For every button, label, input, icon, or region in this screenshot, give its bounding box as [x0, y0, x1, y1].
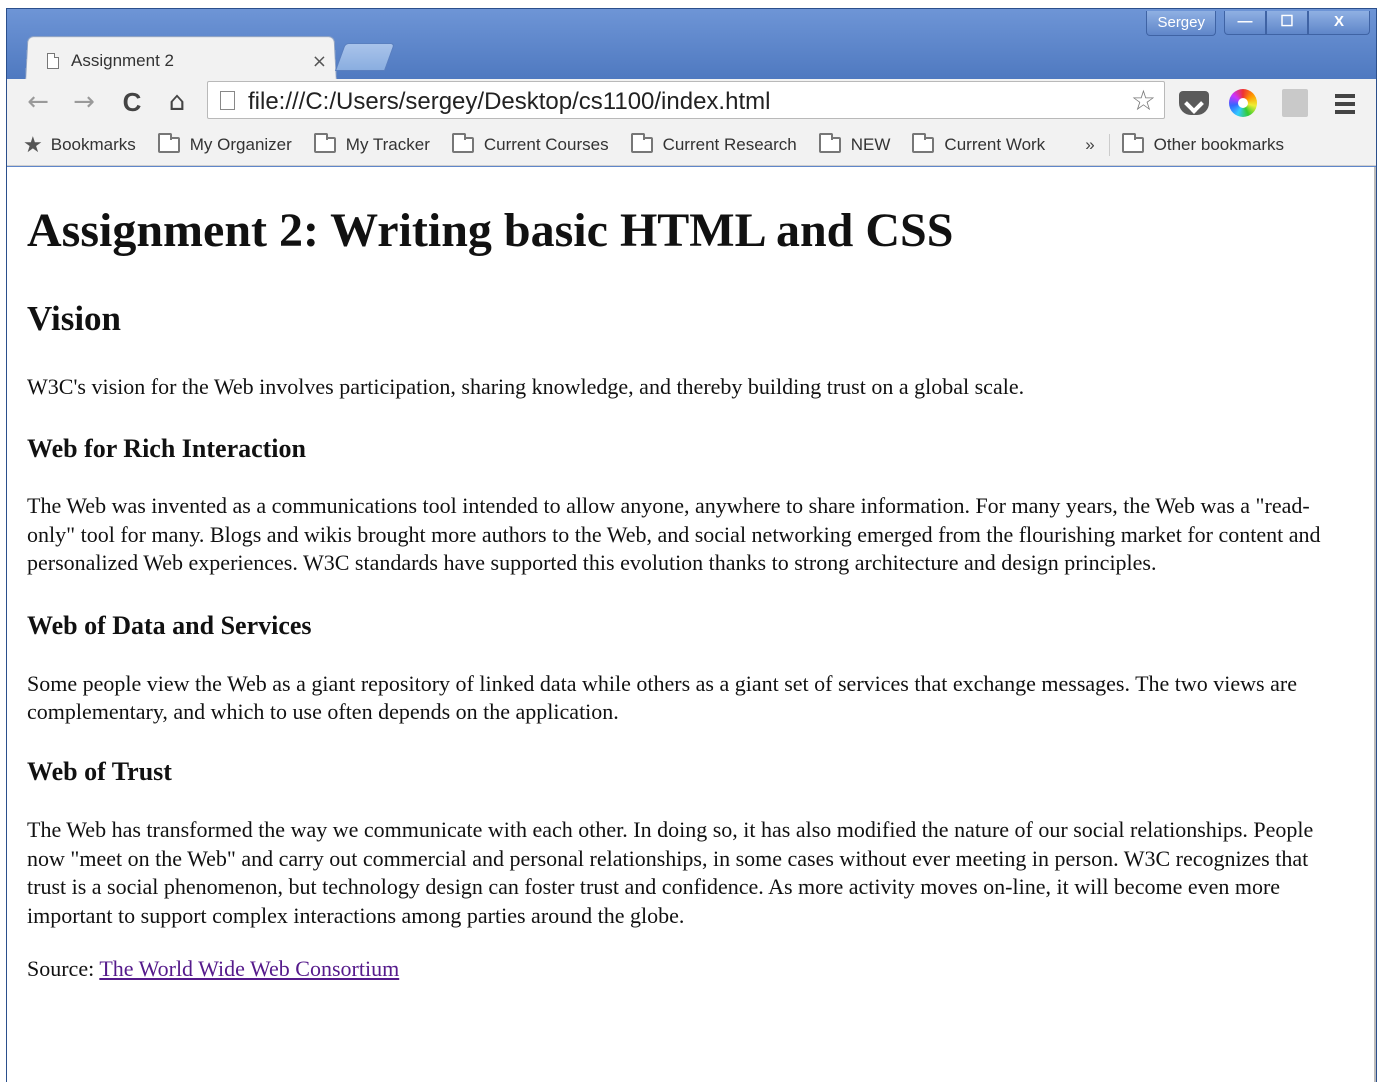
pdf-extension-icon[interactable]	[1282, 89, 1308, 117]
bookmark-label: My Tracker	[345, 135, 430, 154]
data-services-heading: Web of Data and Services	[27, 610, 312, 640]
pocket-icon[interactable]	[1179, 91, 1209, 115]
bookmark-label: Current Research	[662, 135, 797, 154]
forward-icon[interactable]: →	[69, 87, 99, 117]
close-window-button[interactable]: X	[1308, 11, 1370, 35]
rich-interaction-paragraph: The Web was invented as a communications…	[27, 493, 1321, 576]
page-icon	[47, 53, 59, 69]
folder-icon	[313, 133, 336, 153]
toolbar: ← → C ⌂ file:///C:/Users/sergey/Desktop/…	[7, 79, 1376, 125]
bookmarks-button[interactable]: ★ Bookmarks	[7, 132, 136, 158]
bookmarks-label: Bookmarks	[50, 135, 136, 154]
menu-icon[interactable]	[1335, 94, 1355, 114]
folder-icon	[157, 133, 180, 153]
vision-paragraph: W3C's vision for the Web involves partic…	[27, 374, 1025, 399]
profile-badge[interactable]: Sergey	[1146, 11, 1216, 36]
bookmark-label: My Organizer	[189, 135, 292, 154]
tab-close-icon[interactable]: ×	[312, 51, 327, 72]
reload-icon[interactable]: C	[117, 87, 147, 117]
bookmark-label: NEW	[850, 135, 891, 154]
new-tab-button[interactable]	[334, 43, 396, 71]
browser-window: Sergey — ☐ X Assignment 2 × ← → C ⌂ file…	[6, 8, 1377, 1082]
rich-interaction-heading: Web for Rich Interaction	[27, 434, 306, 464]
tab-title: Assignment 2	[71, 51, 174, 70]
bookmark-label: Current Courses	[483, 135, 609, 154]
bookmark-current-work[interactable]: Current Work	[912, 133, 1046, 155]
trust-heading: Web of Trust	[27, 757, 172, 787]
address-bar[interactable]: file:///C:/Users/sergey/Desktop/cs1100/i…	[207, 81, 1165, 119]
home-icon[interactable]: ⌂	[162, 87, 192, 117]
trust-paragraph: The Web has transformed the way we commu…	[27, 817, 1314, 928]
folder-icon	[818, 133, 841, 153]
back-icon[interactable]: ←	[23, 87, 53, 117]
bookmarks-bar: ★ Bookmarks My Organizer My Tracker Curr…	[7, 125, 1376, 166]
bookmark-my-organizer[interactable]: My Organizer	[157, 133, 292, 155]
source-label: Source:	[27, 956, 100, 982]
bookmark-label: Current Work	[944, 135, 1046, 154]
vision-heading: Vision	[27, 299, 122, 338]
folder-icon	[1121, 133, 1144, 153]
folder-icon	[451, 133, 474, 153]
bookmark-current-courses[interactable]: Current Courses	[451, 133, 609, 155]
color-picker-icon[interactable]	[1229, 89, 1257, 117]
minimize-button[interactable]: —	[1224, 11, 1266, 35]
page-icon	[220, 91, 235, 110]
source-line: Source: The World Wide Web Consortium	[27, 955, 1347, 983]
bookmark-star-icon[interactable]: ☆	[1131, 84, 1156, 117]
bookmark-new[interactable]: NEW	[818, 133, 891, 155]
page-title: Assignment 2: Writing basic HTML and CSS	[27, 204, 954, 257]
folder-icon	[912, 133, 935, 153]
bookmark-current-research[interactable]: Current Research	[630, 133, 797, 155]
bookmark-label: Other bookmarks	[1153, 135, 1285, 154]
bookmark-my-tracker[interactable]: My Tracker	[313, 133, 430, 155]
folder-icon	[630, 133, 653, 153]
source-link[interactable]: The World Wide Web Consortium	[99, 956, 399, 981]
data-services-paragraph: Some people view the Web as a giant repo…	[27, 670, 1297, 725]
tab-content: Assignment 2 ×	[47, 43, 337, 79]
url-text[interactable]: file:///C:/Users/sergey/Desktop/cs1100/i…	[248, 88, 770, 116]
page-content: Assignment 2: Writing basic HTML and CSS…	[27, 167, 1347, 983]
window-controls: — ☐ X	[1224, 11, 1370, 35]
bookmarks-overflow-icon[interactable]: »	[1085, 135, 1094, 155]
page-viewport: Assignment 2: Writing basic HTML and CSS…	[7, 167, 1376, 1082]
bookmark-other-bookmarks[interactable]: Other bookmarks	[1121, 133, 1285, 155]
separator	[1108, 134, 1110, 156]
maximize-button[interactable]: ☐	[1266, 11, 1308, 35]
star-icon: ★	[23, 132, 43, 157]
